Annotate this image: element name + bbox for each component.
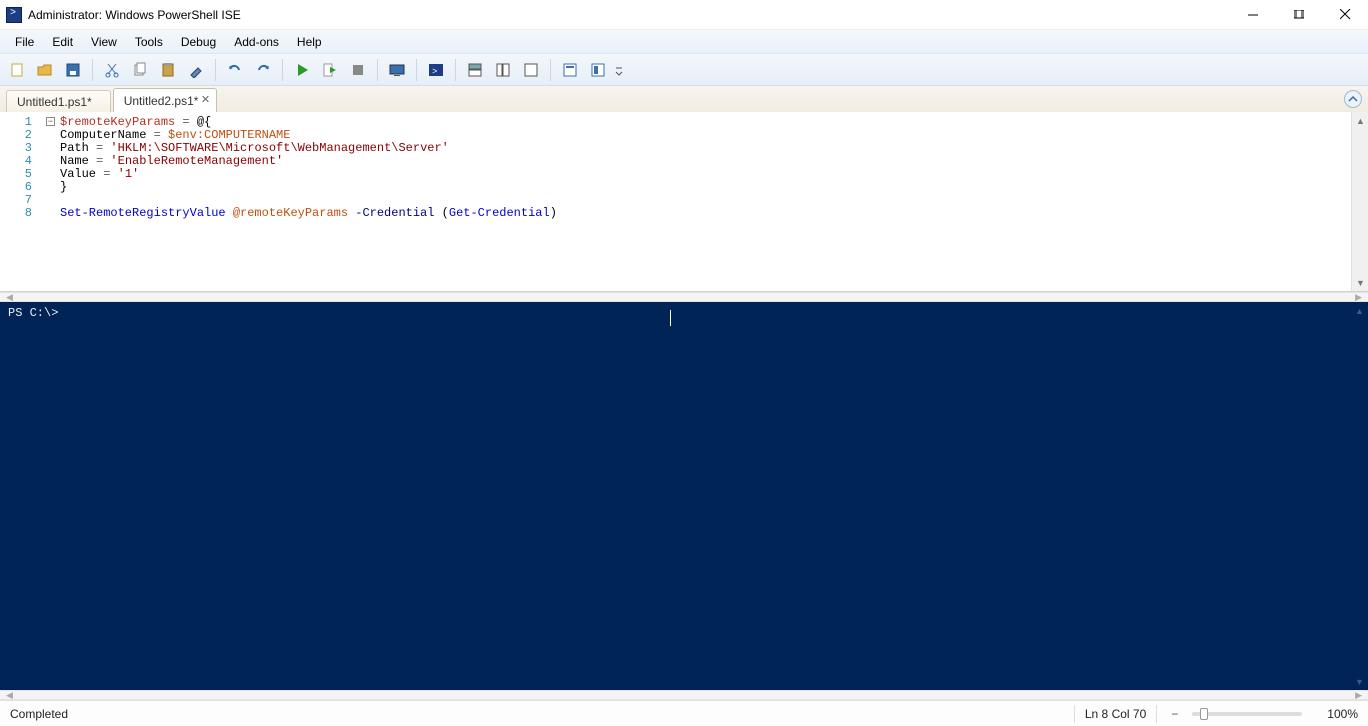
undo-button[interactable] (222, 57, 248, 83)
line-number-gutter: 1 2 3 4 5 6 7 8 (0, 112, 46, 291)
menu-edit[interactable]: Edit (43, 32, 82, 52)
editor-tabstrip: Untitled1.ps1* Untitled2.ps1* ✕ (0, 86, 1368, 112)
cut-button[interactable] (99, 57, 125, 83)
zoom-level: 100% (1327, 707, 1358, 721)
toolbar-separator (215, 59, 216, 81)
status-text: Completed (10, 707, 68, 721)
console-pane[interactable]: PS C:\> (0, 302, 1351, 690)
menu-tools[interactable]: Tools (126, 32, 172, 52)
menu-addons[interactable]: Add-ons (225, 32, 288, 52)
toolbar-overflow-button[interactable] (613, 57, 625, 83)
console-horizontal-scrollbar[interactable]: ◀ ▶ (0, 690, 1368, 700)
toolbar-separator (282, 59, 283, 81)
menu-bar: File Edit View Tools Debug Add-ons Help (0, 30, 1368, 54)
zoom-slider-thumb[interactable] (1200, 708, 1208, 720)
redo-button[interactable] (250, 57, 276, 83)
console-vertical-scrollbar[interactable]: ▲ ▼ (1351, 302, 1368, 690)
open-file-button[interactable] (32, 57, 58, 83)
menu-file[interactable]: File (6, 32, 43, 52)
editor-tab[interactable]: Untitled1.ps1* (6, 90, 111, 112)
show-script-max-button[interactable] (518, 57, 544, 83)
scroll-left-icon[interactable]: ◀ (6, 292, 13, 303)
app-icon (6, 7, 22, 23)
toolbar-separator (377, 59, 378, 81)
stop-button[interactable] (345, 57, 371, 83)
toolbar-separator (455, 59, 456, 81)
scroll-down-icon[interactable]: ▼ (1351, 673, 1368, 690)
show-command-button[interactable] (557, 57, 583, 83)
start-powershell-button[interactable]: > (423, 57, 449, 83)
window-title: Administrator: Windows PowerShell ISE (28, 8, 241, 22)
editor-tab[interactable]: Untitled2.ps1* ✕ (113, 88, 218, 112)
svg-text:>: > (432, 67, 437, 77)
show-script-top-button[interactable] (462, 57, 488, 83)
run-script-button[interactable] (289, 57, 315, 83)
title-bar: Administrator: Windows PowerShell ISE (0, 0, 1368, 30)
clear-button[interactable] (183, 57, 209, 83)
collapse-script-pane-button[interactable] (1344, 90, 1362, 108)
tab-close-icon[interactable]: ✕ (198, 92, 212, 106)
menu-help[interactable]: Help (288, 32, 331, 52)
console-pane-wrap: PS C:\> ▲ ▼ (0, 302, 1368, 690)
zoom-out-icon[interactable]: − (1171, 707, 1178, 721)
toolbar-separator (92, 59, 93, 81)
maximize-button[interactable] (1276, 0, 1322, 30)
close-button[interactable] (1322, 0, 1368, 30)
cursor-position: Ln 8 Col 70 (1085, 707, 1146, 721)
new-remote-tab-button[interactable] (384, 57, 410, 83)
scroll-down-icon[interactable]: ▼ (1352, 274, 1368, 291)
editor-vertical-scrollbar[interactable]: ▲ ▼ (1351, 112, 1368, 291)
status-separator (1074, 705, 1075, 723)
scroll-up-icon[interactable]: ▲ (1351, 302, 1368, 319)
run-selection-button[interactable] (317, 57, 343, 83)
toolbar-separator (416, 59, 417, 81)
save-button[interactable] (60, 57, 86, 83)
scroll-right-icon[interactable]: ▶ (1355, 292, 1362, 303)
copy-button[interactable] (127, 57, 153, 83)
editor-horizontal-scrollbar[interactable]: ◀ ▶ (0, 292, 1368, 302)
toolbar-separator (550, 59, 551, 81)
status-separator (1156, 705, 1157, 723)
scroll-up-icon[interactable]: ▲ (1352, 112, 1368, 129)
text-cursor-icon (670, 310, 671, 326)
console-prompt: PS C:\> (8, 306, 58, 320)
new-file-button[interactable] (4, 57, 30, 83)
code-area[interactable]: $remoteKeyParams = @{ ComputerName = $en… (46, 112, 1351, 291)
minimize-button[interactable] (1230, 0, 1276, 30)
tab-label: Untitled1.ps1* (17, 95, 92, 109)
paste-button[interactable] (155, 57, 181, 83)
menu-debug[interactable]: Debug (172, 32, 225, 52)
show-script-right-button[interactable] (490, 57, 516, 83)
tab-label: Untitled2.ps1* (124, 94, 199, 108)
toolbar: > (0, 54, 1368, 86)
menu-view[interactable]: View (82, 32, 126, 52)
scroll-right-icon[interactable]: ▶ (1355, 690, 1362, 701)
zoom-slider[interactable] (1192, 712, 1302, 716)
script-editor-pane[interactable]: 1 2 3 4 5 6 7 8 − $remoteKeyParams = @{ … (0, 112, 1368, 292)
show-command-addon-button[interactable] (585, 57, 611, 83)
status-bar: Completed Ln 8 Col 70 − + 100% (0, 700, 1368, 726)
scroll-left-icon[interactable]: ◀ (6, 690, 13, 701)
